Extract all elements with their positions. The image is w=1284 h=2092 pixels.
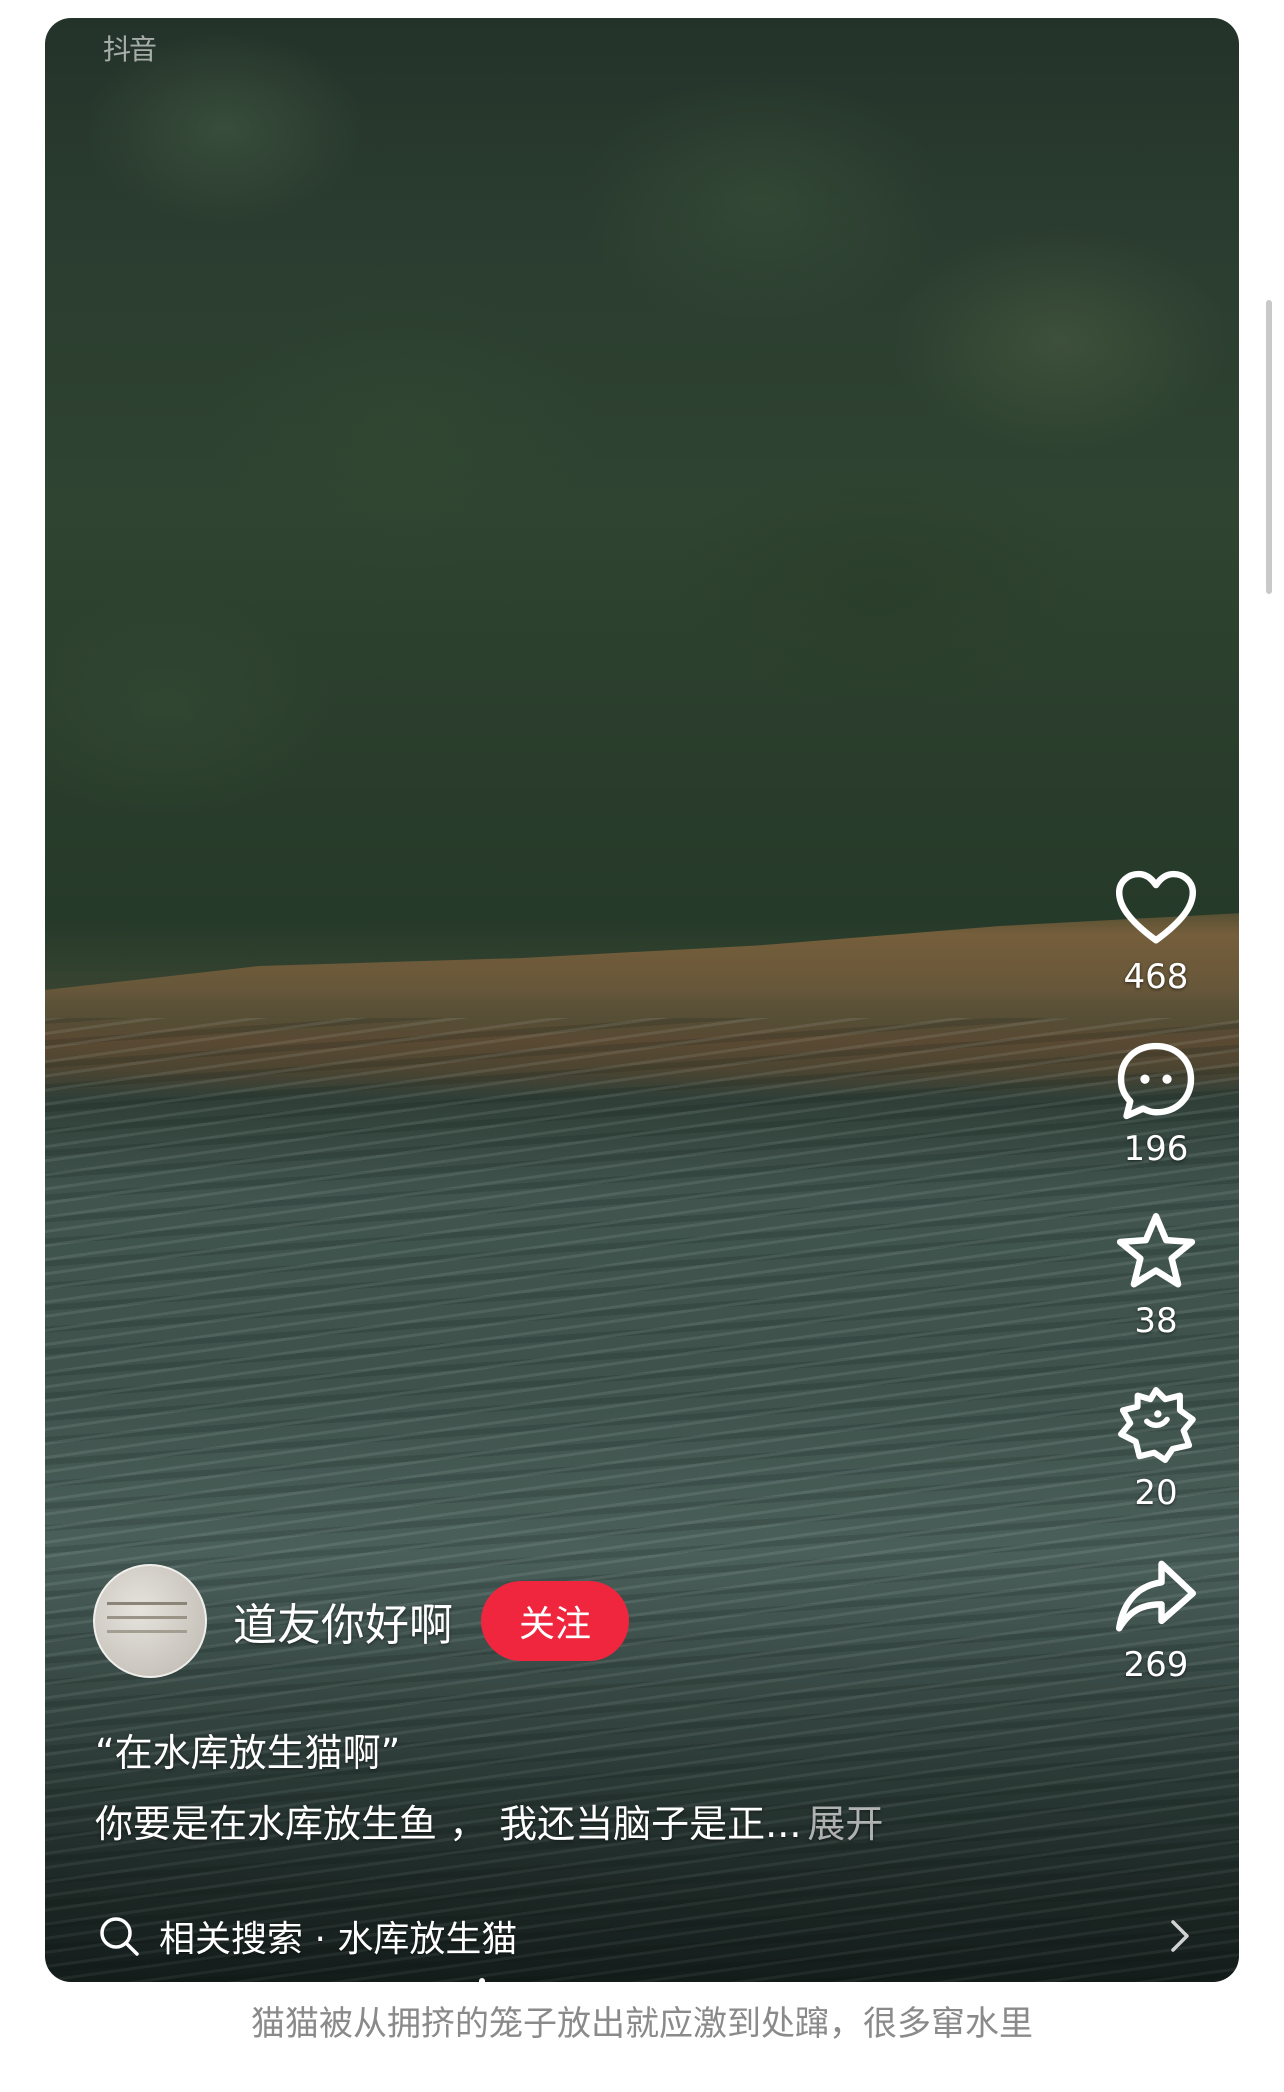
video-frame-forest — [45, 18, 1239, 938]
like-count: 468 — [1123, 957, 1189, 997]
author-row: 道友你好啊 关注 — [93, 1564, 630, 1678]
post-text: 猫猫被从拥挤的笼子放出就应激到处蹿，很多窜水里 — [251, 2004, 1033, 2044]
star-icon — [1116, 1212, 1196, 1288]
follow-button[interactable]: 关注 — [481, 1581, 630, 1661]
favorite-button[interactable]: 38 — [1110, 1207, 1202, 1341]
share-friend-button[interactable]: 20 — [1110, 1379, 1202, 1513]
avatar-image-detail — [107, 1602, 187, 1605]
action-column: 468 196 38 20 269 — [1101, 863, 1211, 1723]
progress-handle[interactable] — [479, 1978, 485, 1982]
video-caption: “在水库放生猫啊” 你要是在水库放生鱼 ， 我还当脑子是正... 展开 — [95, 1722, 995, 1848]
share-arrow-icon — [1115, 1560, 1197, 1632]
like-button[interactable]: 468 — [1110, 863, 1202, 997]
author-name[interactable]: 道友你好啊 — [233, 1589, 453, 1653]
avatar[interactable] — [93, 1564, 207, 1678]
search-icon — [100, 1917, 139, 1956]
video-player[interactable]: 抖音 468 196 38 20 269 道友你好啊 关注 “在水库放生猫啊” … — [45, 18, 1239, 1982]
share-count: 269 — [1123, 1645, 1189, 1685]
share-friend-icon — [1118, 1387, 1196, 1463]
watermark: 抖音 — [103, 33, 157, 66]
comment-button[interactable]: 196 — [1110, 1035, 1202, 1169]
favorite-count: 38 — [1134, 1301, 1178, 1341]
share-friend-count: 20 — [1134, 1473, 1178, 1513]
comment-icon — [1117, 1042, 1195, 1120]
comment-count: 196 — [1123, 1129, 1189, 1169]
heart-icon — [1115, 870, 1197, 944]
expand-link[interactable]: 展开 — [807, 1802, 883, 1846]
caption-description: 你要是在水库放生鱼 ， 我还当脑子是正... 展开 — [95, 1793, 995, 1848]
chevron-right-icon — [1171, 1920, 1189, 1952]
related-search-bar[interactable]: 相关搜索 · 水库放生猫 — [45, 1888, 1239, 1982]
caption-text: 你要是在水库放生鱼 ， 我还当脑子是正... — [95, 1802, 802, 1846]
share-button[interactable]: 269 — [1110, 1551, 1202, 1685]
page-scrollbar[interactable] — [1266, 300, 1272, 594]
caption-title: “在水库放生猫啊” — [95, 1731, 401, 1775]
related-search-label: 相关搜索 · 水库放生猫 — [159, 1919, 518, 1960]
